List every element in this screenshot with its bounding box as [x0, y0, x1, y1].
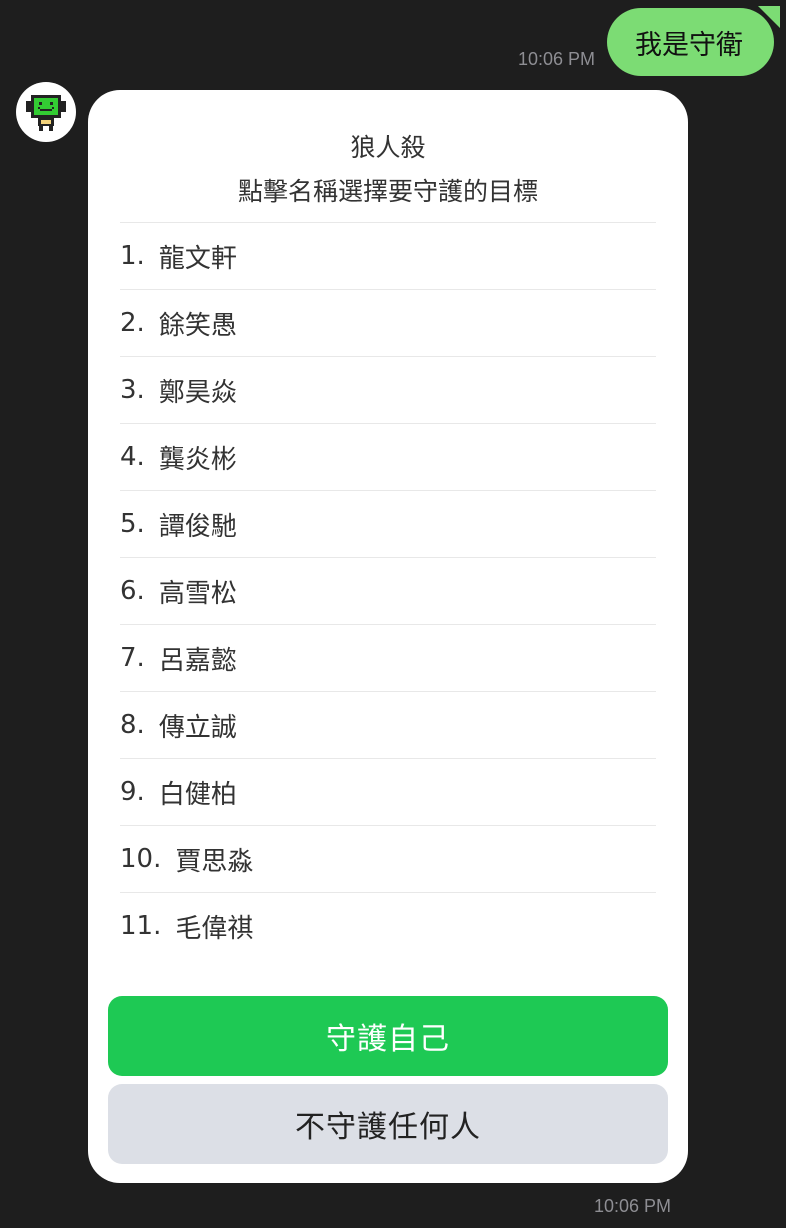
- player-number: 6.: [120, 576, 145, 606]
- protect-none-button[interactable]: 不守護任何人: [108, 1084, 668, 1164]
- player-name: 傳立誠: [158, 712, 237, 743]
- player-number: 11.: [120, 911, 162, 941]
- player-name: 呂嘉懿: [158, 645, 237, 676]
- player-name: 白健柏: [158, 779, 237, 810]
- player-name: 龔炎彬: [158, 444, 237, 475]
- player-name: 高雪松: [158, 578, 237, 609]
- card-title: 狼人殺: [350, 133, 426, 162]
- protect-self-button[interactable]: 守護自己: [108, 996, 668, 1076]
- robot-avatar-icon: [26, 95, 66, 131]
- outgoing-message-text: 我是守衛: [635, 29, 743, 61]
- outgoing-message-row: 10:06 PM 我是守衛: [517, 6, 780, 76]
- player-number: 2.: [120, 308, 145, 338]
- player-number: 7.: [120, 643, 145, 673]
- player-name: 毛偉祺: [175, 913, 254, 944]
- player-item-2[interactable]: 2. 餘笑愚: [120, 290, 656, 357]
- player-item-10[interactable]: 10. 賈思淼: [120, 826, 656, 893]
- player-name: 餘笑愚: [158, 310, 237, 341]
- outgoing-message-bubble[interactable]: 我是守衛: [607, 6, 780, 76]
- player-item-7[interactable]: 7. 呂嘉懿: [120, 625, 656, 692]
- player-name: 賈思淼: [175, 846, 254, 877]
- incoming-timestamp: 10:06 PM: [594, 1196, 672, 1216]
- player-item-8[interactable]: 8. 傳立誠: [120, 692, 656, 759]
- player-number: 3.: [120, 375, 145, 405]
- player-name: 譚俊馳: [158, 511, 237, 542]
- player-item-11[interactable]: 11. 毛偉祺: [120, 893, 656, 959]
- outgoing-timestamp: 10:06 PM: [517, 49, 595, 69]
- player-number: 4.: [120, 442, 145, 472]
- player-list: 1. 龍文軒 2. 餘笑愚 3. 鄭昊焱 4. 龔炎彬 5. 譚俊馳 6. 高雪松 7. 呂嘉…: [120, 222, 656, 959]
- player-number: 5.: [120, 509, 145, 539]
- player-number: 9.: [120, 777, 145, 807]
- player-item-1[interactable]: 1. 龍文軒: [120, 223, 656, 290]
- player-name: 鄭昊焱: [158, 377, 237, 408]
- player-item-6[interactable]: 6. 高雪松: [120, 558, 656, 625]
- player-item-5[interactable]: 5. 譚俊馳: [120, 491, 656, 558]
- player-item-9[interactable]: 9. 白健柏: [120, 759, 656, 826]
- werewolf-guard-card: 狼人殺 點擊名稱選擇要守護的目標 1. 龍文軒 2. 餘笑愚 3. 鄭昊焱 4. 龔炎彬…: [88, 90, 688, 1183]
- player-item-3[interactable]: 3. 鄭昊焱: [120, 357, 656, 424]
- player-number: 1.: [120, 241, 145, 271]
- card-subtitle: 點擊名稱選擇要守護的目標: [237, 177, 538, 206]
- player-name: 龍文軒: [158, 243, 237, 274]
- player-number: 10.: [120, 844, 162, 874]
- player-number: 8.: [120, 710, 145, 740]
- bot-avatar[interactable]: [16, 82, 76, 142]
- player-item-4[interactable]: 4. 龔炎彬: [120, 424, 656, 491]
